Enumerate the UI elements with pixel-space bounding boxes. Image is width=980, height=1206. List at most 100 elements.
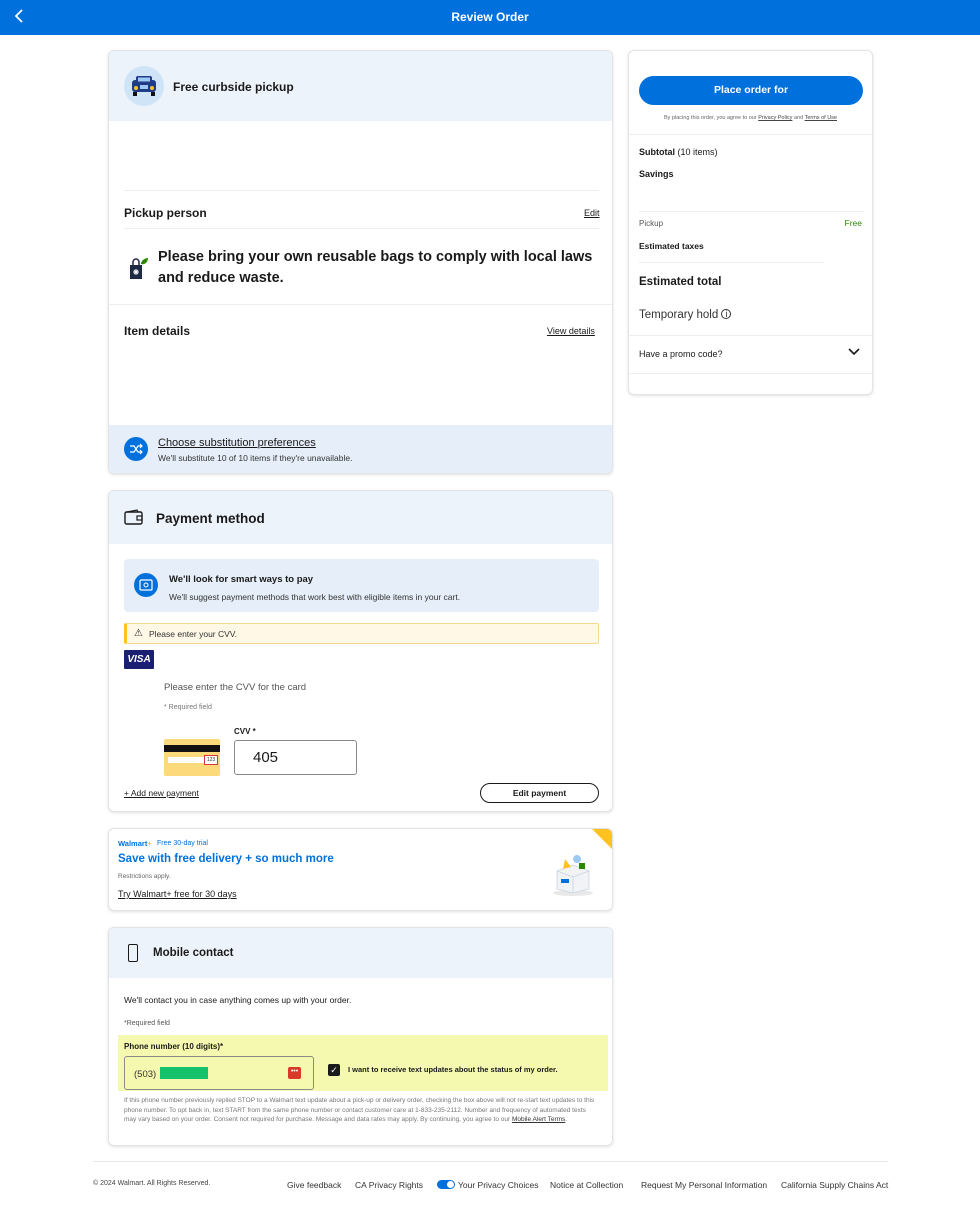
info-icon[interactable]: i [721, 309, 732, 319]
estimated-taxes-label: Estimated taxes [639, 241, 704, 251]
edit-payment-button[interactable]: Edit payment [480, 783, 599, 803]
agreement-text: By placing this order, you agree to our [664, 115, 757, 121]
agreement-and: and [793, 115, 804, 121]
promo-code-label[interactable]: Have a promo code? [639, 349, 723, 359]
pickup-header: Free curbside pickup [109, 51, 612, 121]
notice-at-collection-link[interactable]: Notice at Collection [550, 1180, 623, 1190]
subtotal-item-count: (10 items) [677, 147, 718, 157]
reusable-bag-icon [127, 257, 149, 281]
payment-card-icon [134, 573, 158, 597]
payment-header: Payment method [109, 491, 612, 544]
request-personal-info-link[interactable]: Request My Personal Information [641, 1180, 767, 1190]
phone-number-input[interactable]: (503) ••• [124, 1056, 314, 1090]
substitution-banner: Choose substitution preferences We'll su… [109, 425, 612, 473]
phone-number-value: (503) [134, 1069, 157, 1080]
chevron-down-icon[interactable] [848, 347, 860, 359]
cvv-warning: ⚠ Please enter your CVV. [124, 623, 599, 644]
try-walmart-plus-link[interactable]: Try Walmart+ free for 30 days [118, 889, 237, 899]
walmart-plus-logo: Walmart+ [118, 839, 152, 848]
divider [109, 304, 612, 305]
divider [124, 228, 599, 229]
temporary-hold-label: Temporary hold [639, 309, 719, 321]
card-magstrip [164, 745, 220, 752]
required-field-note: *Required field [124, 1020, 170, 1027]
required-field-note: * Required field [164, 704, 212, 711]
order-agreement: By placing this order, you agree to our … [629, 115, 872, 121]
sms-disclaimer-end: . [565, 1116, 568, 1123]
card-back-illustration: 123 [164, 739, 220, 776]
page-title: Review Order [451, 10, 529, 24]
phone-number-label: Phone number (10 digits)* [124, 1042, 224, 1051]
item-details-label: Item details [124, 324, 191, 338]
cvv-input[interactable]: 405 [234, 740, 357, 775]
card-signature-strip [168, 757, 204, 763]
restrictions-note: Restrictions apply. [118, 873, 171, 880]
savings-label: Savings [639, 169, 674, 179]
wallet-icon [124, 509, 144, 525]
mobile-contact-card: Mobile contact We'll contact you in case… [108, 927, 613, 1146]
sms-disclaimer: If this phone number previously replied … [124, 1096, 599, 1125]
text-updates-checkbox[interactable]: ✓ [328, 1064, 340, 1076]
give-feedback-link[interactable]: Give feedback [287, 1180, 341, 1190]
ca-privacy-rights-link[interactable]: CA Privacy Rights [355, 1180, 423, 1190]
walmart-plus-logo-mark: + [147, 839, 152, 848]
smart-pay-title: We'll look for smart ways to pay [169, 574, 314, 585]
reusable-bags-notice: Please bring your own reusable bags to c… [158, 249, 593, 286]
divider [629, 134, 872, 135]
divider [639, 211, 864, 212]
temporary-hold: Temporary hold i [639, 309, 732, 321]
top-header: Review Order [0, 0, 980, 35]
text-updates-label: I want to receive text updates about the… [348, 1065, 558, 1074]
car-icon [124, 66, 164, 106]
smart-pay-subtext: We'll suggest payment methods that work … [169, 592, 461, 602]
divider [629, 373, 872, 374]
visa-logo: VISA [124, 650, 154, 669]
pickup-title: Free curbside pickup [173, 80, 294, 94]
corner-accent [592, 829, 612, 849]
place-order-button[interactable]: Place order for [639, 76, 863, 105]
divider [629, 335, 872, 336]
walmart-plus-logo-text: Walmart [118, 839, 148, 848]
cvv-label: CVV * [234, 727, 256, 736]
substitution-preferences-link[interactable]: Choose substitution preferences [158, 437, 316, 449]
supply-chains-act-link[interactable]: California Supply Chains Act [781, 1180, 888, 1190]
cvv-warning-text: Please enter your CVV. [149, 629, 238, 639]
subtotal-row: Subtotal (10 items) [639, 147, 718, 157]
delivery-box-illustration [549, 849, 597, 897]
estimated-total-label: Estimated total [639, 276, 722, 288]
walmart-plus-card: Walmart+ Free 30-day trial Save with fre… [108, 828, 613, 911]
terms-of-use-link[interactable]: Terms of Use [805, 115, 837, 121]
privacy-policy-link[interactable]: Privacy Policy [758, 115, 792, 121]
pickup-person-label: Pickup person [124, 206, 207, 220]
warning-icon: ⚠ [134, 628, 143, 639]
shuffle-icon [124, 437, 148, 461]
order-summary-card: Place order for By placing this order, y… [628, 50, 873, 395]
smart-pay-box: We'll look for smart ways to pay We'll s… [124, 559, 599, 612]
phone-icon [128, 944, 138, 962]
privacy-choices-link[interactable]: Your Privacy Choices [437, 1180, 538, 1190]
pickup-fee-label: Pickup [639, 219, 664, 228]
view-details-link[interactable]: View details [547, 326, 595, 336]
payment-card: Payment method We'll look for smart ways… [108, 490, 613, 812]
free-trial-label: Free 30-day trial [157, 840, 208, 847]
substitution-subtext: We'll substitute 10 of 10 items if they'… [158, 453, 353, 463]
add-new-payment-link[interactable]: + Add new payment [124, 788, 199, 798]
walmart-plus-headline: Save with free delivery + so much more [118, 853, 334, 865]
pickup-fee-value: Free [844, 218, 862, 228]
phone-number-redacted [160, 1067, 208, 1079]
mobile-contact-title: Mobile contact [153, 947, 234, 959]
password-manager-icon[interactable]: ••• [288, 1067, 301, 1079]
mobile-alert-terms-link[interactable]: Mobile Alert Terms [512, 1116, 565, 1123]
pickup-card: Free curbside pickup Pickup person Edit … [108, 50, 613, 474]
payment-title: Payment method [156, 511, 265, 526]
copyright-text: © 2024 Walmart. All Rights Reserved. [93, 1180, 211, 1187]
edit-pickup-person-link[interactable]: Edit [584, 208, 600, 218]
divider [639, 262, 824, 263]
card-cvv-sample: 123 [204, 755, 218, 765]
subtotal-label: Subtotal [639, 147, 675, 157]
footer-divider [93, 1161, 888, 1162]
mobile-contact-header: Mobile contact [109, 928, 612, 978]
cvv-prompt: Please enter the CVV for the card [164, 682, 307, 693]
privacy-choices-label: Your Privacy Choices [458, 1180, 539, 1190]
privacy-toggle-icon [437, 1180, 455, 1189]
